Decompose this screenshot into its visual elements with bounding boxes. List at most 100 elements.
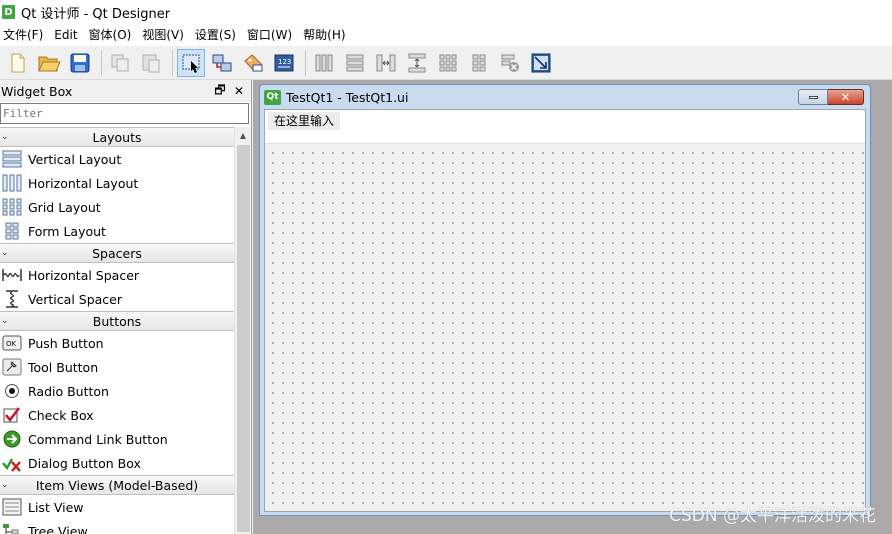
widget-list-scrollbar[interactable]: ▲: [234, 127, 251, 534]
menu-bar: 文件(F) Edit 窗体(O) 视图(V) 设置(S) 窗口(W) 帮助(H): [0, 24, 892, 46]
widget-item[interactable]: Horizontal Layout: [0, 171, 234, 195]
form-menu-bar: 在这里输入: [265, 110, 865, 132]
horizontal-spacer-icon: [1, 265, 23, 285]
collapse-chevron-icon: ⌄: [1, 248, 9, 258]
menu-item[interactable]: 窗体(O): [86, 24, 140, 46]
app-title-bar: D Qt 设计师 - Qt Designer: [0, 0, 892, 24]
close-dock-icon[interactable]: ✕: [232, 84, 246, 98]
widget-item-label: Tool Button: [28, 359, 99, 375]
open-folder-icon[interactable]: [35, 49, 63, 77]
vertical-layout-icon: [1, 149, 23, 169]
widget-item-label: Form Layout: [28, 223, 106, 239]
type-here-menu-placeholder[interactable]: 在这里输入: [268, 112, 341, 130]
layout-horizontal-splitter-icon[interactable]: [372, 49, 400, 77]
close-button[interactable]: ✕: [828, 89, 864, 105]
widget-category-header[interactable]: ⌄ Layouts: [0, 127, 234, 147]
form-subwindow: Qt TestQt1 - TestQt1.ui ✕ 在这里输入: [259, 84, 871, 516]
toolbar-separator: [305, 49, 306, 76]
widget-item-label: Vertical Layout: [28, 151, 122, 167]
form-layout-icon: [1, 221, 23, 241]
menu-item[interactable]: 设置(S): [192, 24, 244, 46]
widget-box-dock: Widget Box 🗗 ✕ ⌄ Layouts Vertical Layout Ho…: [0, 80, 252, 534]
layout-horizontal-icon[interactable]: [310, 49, 338, 77]
window-title: Qt 设计师 - Qt Designer: [21, 6, 171, 22]
widget-item-label: Vertical Spacer: [28, 291, 122, 307]
subwindow-title-bar[interactable]: Qt TestQt1 - TestQt1.ui: [260, 85, 870, 109]
qt-designer-app-icon: D: [2, 5, 15, 19]
main-toolbar: 123: [0, 46, 892, 80]
break-layout-icon[interactable]: [496, 49, 524, 77]
float-dock-icon[interactable]: 🗗: [213, 83, 227, 98]
widget-item-label: Push Button: [28, 335, 104, 351]
collapse-chevron-icon: ⌄: [1, 132, 9, 142]
svg-text:123: 123: [278, 58, 291, 66]
new-file-icon[interactable]: [4, 49, 32, 77]
edit-buddies-icon[interactable]: [239, 49, 267, 77]
widget-item[interactable]: Tool Button: [0, 355, 234, 379]
subwindow-title: TestQt1 - TestQt1.ui: [286, 89, 409, 105]
copy-icon[interactable]: [106, 49, 134, 77]
widget-item[interactable]: List View: [0, 495, 234, 519]
widget-item[interactable]: Radio Button: [0, 379, 234, 403]
tree-view-icon: [1, 521, 23, 534]
widget-item-label: Horizontal Spacer: [28, 267, 140, 283]
watermark: CSDN @太平洋活泼的米花: [669, 506, 876, 526]
category-label: Layouts: [92, 129, 142, 145]
adjust-size-icon[interactable]: [527, 49, 555, 77]
paste-icon[interactable]: [137, 49, 165, 77]
widget-list: ⌄ Layouts Vertical Layout Horizontal Layout…: [0, 127, 234, 534]
widget-item[interactable]: Dialog Button Box: [0, 451, 234, 475]
widget-item[interactable]: Command Link Button: [0, 427, 234, 451]
widget-item-label: Check Box: [28, 407, 94, 423]
scroll-up-arrow-icon[interactable]: ▲: [235, 127, 251, 144]
tool-button-icon: [1, 357, 23, 377]
widget-item-label: Dialog Button Box: [28, 455, 141, 471]
category-label: Spacers: [92, 245, 142, 261]
edit-widgets-icon[interactable]: [177, 48, 205, 77]
toolbar-separator: [101, 49, 102, 76]
layout-form-icon[interactable]: [465, 49, 493, 77]
widget-item[interactable]: Check Box: [0, 403, 234, 427]
widget-item-label: Tree View: [28, 523, 88, 534]
minimize-icon: [808, 95, 818, 99]
widget-item[interactable]: Vertical Layout: [0, 147, 234, 171]
check-box-icon: [1, 405, 23, 425]
widget-item-label: Command Link Button: [28, 431, 168, 447]
horizontal-layout-icon: [1, 173, 23, 193]
save-icon[interactable]: [66, 49, 94, 77]
widget-box-title: Widget Box: [1, 83, 73, 99]
subwindow-controls: ✕: [798, 89, 864, 105]
widget-item[interactable]: Vertical Spacer: [0, 287, 234, 311]
collapse-chevron-icon: ⌄: [1, 480, 9, 490]
widget-category-header[interactable]: ⌄ Spacers: [0, 243, 234, 263]
widget-box-header: Widget Box 🗗 ✕: [0, 80, 251, 102]
layout-grid-icon[interactable]: [434, 49, 462, 77]
menu-item[interactable]: Edit: [51, 24, 85, 46]
radio-button-icon: [1, 381, 23, 401]
widget-item[interactable]: Grid Layout: [0, 195, 234, 219]
widget-item-label: List View: [28, 499, 84, 515]
collapse-chevron-icon: ⌄: [1, 316, 9, 326]
edit-signals-slots-icon[interactable]: [208, 49, 236, 77]
menu-item[interactable]: 视图(V): [139, 24, 192, 46]
menu-item[interactable]: 文件(F): [0, 24, 51, 46]
edit-tab-order-icon[interactable]: 123: [270, 49, 298, 77]
widget-filter-input[interactable]: [0, 103, 249, 124]
widget-item[interactable]: Tree View: [0, 519, 234, 534]
widget-item[interactable]: Form Layout: [0, 219, 234, 243]
layout-vertical-icon[interactable]: [341, 49, 369, 77]
push-button-icon: OK: [1, 333, 23, 353]
menu-item[interactable]: 窗口(W): [244, 24, 300, 46]
widget-category-header[interactable]: ⌄ Buttons: [0, 311, 234, 331]
grid-layout-icon: [1, 197, 23, 217]
widget-item[interactable]: OK Push Button: [0, 331, 234, 355]
form-design-grid[interactable]: [265, 145, 865, 511]
menu-item[interactable]: 帮助(H): [300, 24, 353, 46]
widget-item-label: Horizontal Layout: [28, 175, 139, 191]
layout-vertical-splitter-icon[interactable]: [403, 49, 431, 77]
qt-logo-icon: Qt: [264, 89, 281, 105]
scrollbar-thumb[interactable]: [237, 145, 250, 532]
widget-category-header[interactable]: ⌄ Item Views (Model-Based): [0, 475, 234, 495]
minimize-button[interactable]: [798, 89, 828, 105]
widget-item[interactable]: Horizontal Spacer: [0, 263, 234, 287]
